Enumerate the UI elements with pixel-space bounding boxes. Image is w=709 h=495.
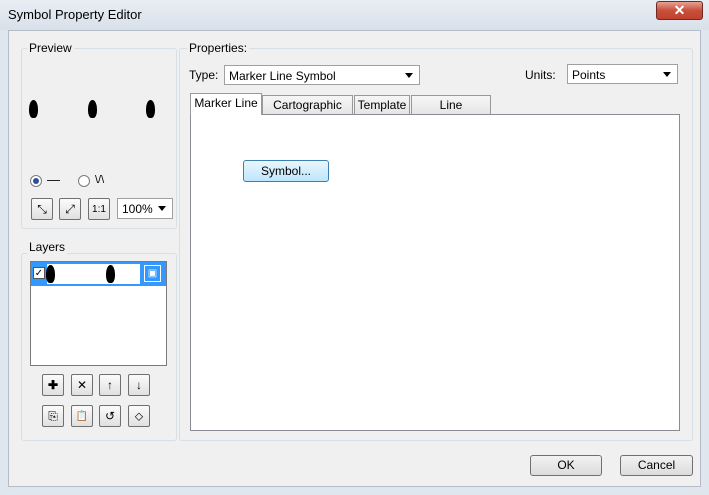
cancel-button[interactable]: Cancel [620, 455, 693, 476]
zigzag-line-icon: \/\ [95, 174, 105, 186]
close-button[interactable]: ✕ [656, 1, 703, 20]
tab-template[interactable]: Template [354, 95, 410, 115]
wave-preview-radio[interactable] [78, 175, 90, 187]
actual-size-icon: 1:1 [92, 203, 106, 215]
layer-visibility-checkbox[interactable]: ✓ [33, 267, 45, 279]
symbol-button[interactable]: Symbol... [243, 160, 329, 182]
actual-size-button[interactable]: 1:1 [88, 198, 110, 220]
arrow-down-icon: ↓ [136, 378, 142, 392]
reset-layer-button[interactable]: ↺ [99, 405, 121, 427]
reset-icon: ↺ [104, 409, 116, 423]
zoom-select[interactable]: 100% [117, 198, 173, 219]
tag-layer-button[interactable]: ⬦ [128, 405, 150, 427]
dialog-client: Preview — \/\ ⤡ ⤢ 1:1 100% Layers ✓ ▣ ✚ … [8, 30, 701, 487]
units-value: Points [572, 68, 606, 82]
chevron-down-icon [158, 206, 166, 211]
plus-icon: ✚ [47, 378, 59, 392]
x-icon: ✕ [76, 378, 88, 392]
tab-line-properties[interactable]: Line Properties [411, 95, 491, 130]
layers-label: Layers [27, 240, 68, 254]
arrow-up-icon: ↑ [107, 378, 113, 392]
preview-label: Preview [27, 41, 74, 55]
straight-line-icon: — [47, 172, 60, 187]
tag-icon: ⬦ [134, 408, 144, 423]
zoom-in-button[interactable]: ⤢ [59, 198, 81, 220]
copy-layer-button[interactable]: ⎘ [42, 405, 64, 427]
units-label: Units: [525, 68, 556, 82]
footprint-icon [29, 100, 38, 118]
chevron-down-icon [663, 72, 671, 77]
layer-symbol-preview [47, 264, 140, 284]
footprint-icon [88, 100, 97, 118]
paste-layer-button[interactable]: 📋 [71, 405, 93, 427]
zoom-value: 100% [122, 202, 153, 216]
type-value: Marker Line Symbol [229, 69, 336, 83]
lock-icon[interactable]: ▣ [144, 265, 161, 282]
footprint-icon [46, 265, 55, 283]
zoom-out-button[interactable]: ⤡ [31, 198, 53, 220]
window-title: Symbol Property Editor [8, 7, 142, 22]
type-select[interactable]: Marker Line Symbol [224, 65, 420, 85]
tab-cartographic-line[interactable]: Cartographic Line [262, 95, 353, 130]
chevron-down-icon [405, 73, 413, 78]
type-label: Type: [189, 68, 219, 82]
footprint-icon [106, 265, 115, 283]
move-layer-down-button[interactable]: ↓ [128, 374, 150, 396]
shrink-icon: ⤡ [37, 201, 47, 216]
expand-icon: ⤢ [65, 201, 75, 216]
ok-button[interactable]: OK [530, 455, 602, 476]
footprint-icon [146, 100, 155, 118]
units-select[interactable]: Points [567, 64, 678, 84]
copy-icon: ⎘ [48, 408, 58, 423]
paste-icon: 📋 [75, 410, 89, 422]
properties-label: Properties: [187, 41, 250, 55]
remove-layer-button[interactable]: ✕ [71, 374, 93, 396]
tab-marker-line[interactable]: Marker Line [190, 93, 262, 115]
add-layer-button[interactable]: ✚ [42, 374, 64, 396]
move-layer-up-button[interactable]: ↑ [99, 374, 121, 396]
line-preview-radio[interactable] [30, 175, 42, 187]
